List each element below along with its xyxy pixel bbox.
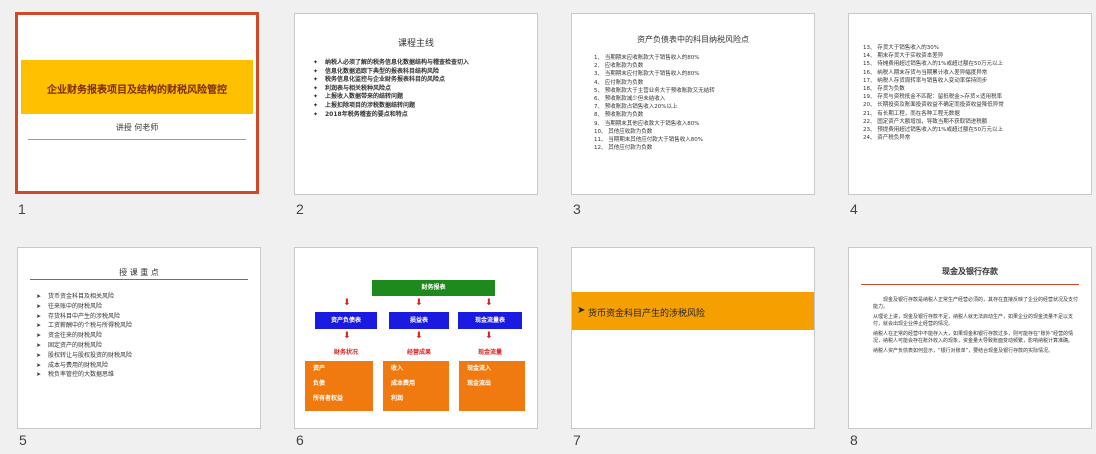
slide-thumbnail-3[interactable]: 资产负债表中的科目纳税风险点 1、 当期期末应收账款大于销售收入的80% 2、 … — [571, 13, 815, 195]
list-item: 信息化数据追踪下典型的报表科目结构风险 — [313, 68, 469, 77]
arrow-down-icon: ⬇ — [485, 331, 493, 341]
list-item: 上报扣除项目的涉税数据结转问题 — [313, 102, 469, 111]
slide-title: 授 课 重 点 — [119, 268, 159, 277]
list-item: 18、 存货为负数 — [863, 86, 905, 93]
list-item: 19、 存货与资税抵金不匹配：留抵税金>存货×适用税率 — [863, 94, 1002, 101]
arrow-down-icon: ⬇ — [343, 331, 351, 341]
list-item: 6、 预收账款减少但未结收入 — [594, 96, 666, 103]
balance-sheet-box: 资产负债表 — [315, 312, 377, 329]
arrow-down-icon: ⬇ — [485, 298, 493, 308]
list-item: 2018年税务稽查的要点和特点 — [313, 111, 469, 120]
list-item: 11、 当期期末其他应付款大于销售收入80% — [594, 137, 703, 144]
list-item: 20、 长期投资及账面投资收益不确定而投资收益降低异常 — [863, 102, 1004, 109]
slide-thumbnail-8[interactable]: 现金及银行存款 现金及银行存款是纳税人正常生产经营必须的，其存在直接反映了企业的… — [848, 247, 1092, 429]
title-underline — [30, 279, 248, 280]
list-item: 2、 应收账款为负数 — [594, 63, 644, 70]
list-item: 12、 其他应付款为负数 — [594, 145, 653, 152]
list-item: 工资薪酬中的个税与所得税风险 — [36, 321, 132, 331]
list-item: 收入 — [391, 365, 404, 372]
list-item: 13、 存货大于销售收入的30% — [863, 45, 939, 51]
paragraph: 从理论上讲，现金及银行存款不足，纳税人就无法启动生产，如果企业的现金流量不足以支… — [873, 314, 1074, 327]
arrow-down-icon: ⬇ — [415, 298, 423, 308]
slide-thumbnail-5[interactable]: 授 课 重 点 货币资金科目及相关风险 往来账中的财税风险 存货科目中产生的涉税… — [17, 247, 261, 429]
list-item: 固定资产的财税风险 — [36, 341, 132, 351]
title-underline — [861, 284, 1079, 285]
balance-items-box: 资产 负债 所有者权益 — [305, 361, 373, 411]
slide-title: 货币资金科目产生的涉税风险 — [588, 309, 706, 319]
presenter: 讲授 何老师 — [115, 123, 159, 132]
arrow-down-icon: ⬇ — [415, 331, 423, 341]
list-item: 17、 纳税人存货周转率与销售收入变动率保持同步 — [863, 77, 988, 84]
item-list: 1、 当期期末应收账款大于销售收入的80% 2、 应收账款为负数 3、 当期期末… — [594, 54, 715, 152]
arrow-right-icon: ➤ — [577, 305, 586, 316]
list-item: 利润 — [391, 395, 404, 402]
slide-number: 7 — [573, 432, 581, 448]
divider — [28, 139, 246, 140]
list-item: 14、 期末存货大于实收资本差异 — [863, 53, 944, 60]
body-text: 现金及银行存款是纳税人正常生产经营必须的，其存在直接反映了企业的经营状况及支付能… — [873, 297, 1079, 355]
slide-thumbnail-4[interactable]: 13、 存货大于销售收入的30% 14、 期末存货大于实收资本差异 15、 待摊… — [848, 13, 1092, 195]
slide-number: 5 — [19, 432, 27, 448]
list-item: 5、 预收账款大于主营业务大于预收账款又无结转 — [594, 87, 715, 94]
slide-thumbnail-1[interactable]: 企业财务报表项目及结构的财税风险管控 讲授 何老师 — [15, 12, 259, 194]
list-item: 负债 — [313, 380, 326, 387]
list-item: 往来账中的财税风险 — [36, 302, 132, 312]
list-item: 资产 — [313, 365, 326, 372]
list-item: 现金流出 — [467, 380, 492, 387]
list-item: 成本费用 — [391, 380, 416, 387]
cash-flow-statement-box: 现金流量表 — [458, 312, 522, 329]
list-item: 24、 资产税负异常 — [863, 135, 911, 142]
paragraph: 纳税人在正常的经营中不能存入大，如果现金和银行存款过多，则可能存在“账外”经营的… — [873, 331, 1074, 344]
list-item: 税负率管控的大数据思维 — [36, 370, 132, 380]
list-item: 存货科目中产生的涉税风险 — [36, 312, 132, 322]
list-item: 21、 有长期工程，而在各种工程无数据 — [863, 110, 960, 117]
list-item: 22、 固定资产大额增加，导致当期不获取销进税额 — [863, 118, 988, 125]
list-item: 股权转让与股权投资的财税风险 — [36, 351, 132, 361]
cash-items-box: 现金流入 现金流出 — [459, 361, 525, 411]
bullet-list: 货币资金科目及相关风险 往来账中的财税风险 存货科目中产生的涉税风险 工资薪酬中… — [36, 292, 132, 380]
list-item: 货币资金科目及相关风险 — [36, 292, 132, 302]
item-list: 13、 存货大于销售收入的30% 14、 期末存货大于实收资本差异 15、 待摊… — [863, 44, 1004, 142]
paragraph: 纳税人资产负债表如何显示，“银行对账单”，要结合现金及银行存款的实际情况。 — [873, 348, 1054, 354]
slide-title: 资产负债表中的科目纳税风险点 — [637, 35, 749, 44]
slide-thumbnail-2[interactable]: 课程主线 纳税人必须了解的税务信息化数据结构与稽查检查切入 信息化数据追踪下典型… — [294, 13, 538, 195]
list-item: 7、 预收账款占销售收入20%以上 — [594, 104, 678, 111]
list-item: 所有者权益 — [313, 395, 344, 402]
label-financial-position: 财务状况 — [333, 349, 358, 356]
list-item: 现金流入 — [467, 365, 492, 372]
label-operating-results: 经营成果 — [406, 349, 431, 356]
label-cash-flow: 现金流量 — [477, 349, 502, 356]
slide-number: 6 — [296, 432, 304, 448]
paragraph: 现金及银行存款是纳税人正常生产经营必须的，其存在直接反映了企业的经营状况及支付能… — [873, 297, 1079, 310]
slide-thumbnail-6[interactable]: 财务报表 ⬇ ⬇ ⬇ 资产负债表 损益表 现金流量表 ⬇ ⬇ ⬇ 财务状况 经营… — [294, 247, 538, 429]
list-item: 23、 预提费用超过销售收入的1%或超过额在50万元以上 — [863, 127, 1003, 134]
list-item: 纳税人必须了解的税务信息化数据结构与稽查检查切入 — [313, 59, 469, 68]
slide-number: 8 — [850, 432, 858, 448]
slide-number: 3 — [573, 201, 581, 217]
slide-title: 课程主线 — [397, 39, 434, 49]
list-item: 9、 当期期末其他应收款大于销售收入80% — [594, 120, 700, 127]
arrow-down-icon: ⬇ — [343, 298, 351, 308]
list-item: 税务信息化监控与企业财务报表科目的风险点 — [313, 76, 469, 85]
income-items-box: 收入 成本费用 利润 — [383, 361, 449, 411]
list-item: 3、 当期期末应付账款大于销售收入的80% — [594, 71, 700, 78]
financial-statements-box: 财务报表 — [372, 280, 495, 296]
slide-number: 2 — [296, 201, 304, 217]
list-item: 10、 其他应收款为负数 — [594, 128, 653, 135]
list-item: 15、 待摊费用超过销售收入的1%或超过额在50万元以上 — [863, 61, 1003, 68]
slide-title: 现金及银行存款 — [942, 267, 998, 276]
slide-thumbnail-7[interactable]: ➤ 货币资金科目产生的涉税风险 — [571, 247, 815, 429]
slide-title: 企业财务报表项目及结构的财税风险管控 — [47, 85, 227, 96]
slide-number: 4 — [850, 201, 858, 217]
list-item: 上报收入数据带来的结转问题 — [313, 93, 469, 102]
bullet-list: 纳税人必须了解的税务信息化数据结构与稽查检查切入 信息化数据追踪下典型的报表科目… — [313, 59, 469, 119]
list-item: 成本与费用的财税风险 — [36, 361, 132, 371]
list-item: 1、 当期期末应收账款大于销售收入的80% — [594, 55, 700, 61]
list-item: 4、 应付账款为负数 — [594, 79, 644, 86]
list-item: 16、 纳税人期末存货与当期累计收入差异幅度异常 — [863, 69, 988, 76]
income-statement-box: 损益表 — [389, 312, 449, 329]
list-item: 资金往来的财税风险 — [36, 331, 132, 341]
slide-number: 1 — [18, 201, 26, 217]
list-item: 8、 预收账款为负数 — [594, 112, 644, 119]
